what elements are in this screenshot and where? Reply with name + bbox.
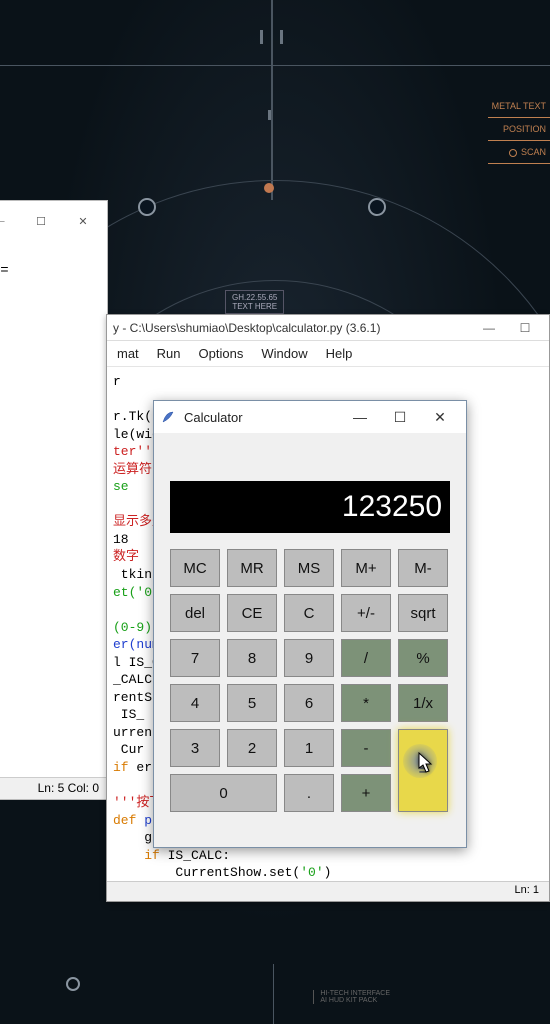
key-inverse[interactable]: 1/x [398, 684, 448, 722]
idle-maximize-button[interactable]: ☐ [507, 321, 543, 335]
key-5[interactable]: 5 [227, 684, 277, 722]
calc-title: Calculator [184, 410, 340, 425]
shell-text: bit (AMD64)] [0, 247, 101, 263]
menu-help[interactable]: Help [326, 346, 353, 361]
key-8[interactable]: 8 [227, 639, 277, 677]
shell-minimize-button[interactable]: — [0, 207, 19, 235]
key-del[interactable]: del [170, 594, 220, 632]
key-ce[interactable]: CE [227, 594, 277, 632]
shell-close-button[interactable]: ✕ [63, 207, 103, 235]
menu-format[interactable]: mat [117, 346, 139, 361]
calculator-window: Calculator — ☐ ✕ 123250 MC MR MS M+ M- d… [153, 400, 467, 848]
key-plusminus[interactable]: +/- [341, 594, 391, 632]
calc-display: 123250 [170, 481, 450, 533]
menu-run[interactable]: Run [157, 346, 181, 361]
key-percent[interactable]: % [398, 639, 448, 677]
key-2[interactable]: 2 [227, 729, 277, 767]
shell-maximize-button[interactable]: ☐ [21, 207, 61, 235]
idle-minimize-button[interactable]: — [471, 321, 507, 335]
calc-keypad: MC MR MS M+ M- del CE C +/- sqrt 7 8 9 /… [154, 541, 466, 828]
key-sqrt[interactable]: sqrt [398, 594, 448, 632]
key-1[interactable]: 1 [284, 729, 334, 767]
tk-feather-icon [160, 409, 176, 425]
calc-close-button[interactable]: ✕ [420, 402, 460, 432]
key-c[interactable]: C [284, 594, 334, 632]
shell-status-bar: Ln: 5 Col: 0 [0, 777, 107, 799]
key-add[interactable]: + [341, 774, 391, 812]
key-mc[interactable]: MC [170, 549, 220, 587]
key-7[interactable]: 7 [170, 639, 220, 677]
key-mplus[interactable]: M+ [341, 549, 391, 587]
shell-titlebar: — ☐ ✕ [0, 201, 107, 241]
hud-bottom-label: HI-TECH INTERFACE AI HUD KIT PACK [313, 990, 390, 1004]
key-6[interactable]: 6 [284, 684, 334, 722]
idle-menubar: mat Run Options Window Help [107, 341, 549, 367]
key-4[interactable]: 4 [170, 684, 220, 722]
key-3[interactable]: 3 [170, 729, 220, 767]
key-mr[interactable]: MR [227, 549, 277, 587]
key-subtract[interactable]: - [341, 729, 391, 767]
python-shell-window: — ☐ ✕ bit (AMD64)] =====================… [0, 200, 108, 800]
hud-right-panel: METAL TEXT POSITION SCAN [488, 95, 550, 164]
key-0[interactable]: 0 [170, 774, 277, 812]
key-decimal[interactable]: . [284, 774, 334, 812]
key-divide[interactable]: / [341, 639, 391, 677]
idle-status-bar: Ln: 1 [107, 881, 549, 901]
menu-window[interactable]: Window [261, 346, 307, 361]
key-mminus[interactable]: M- [398, 549, 448, 587]
calc-maximize-button[interactable]: ☐ [380, 402, 420, 432]
hud-center-label: GH.22.55.65 TEXT HERE [225, 290, 284, 314]
calc-titlebar[interactable]: Calculator — ☐ ✕ [154, 401, 466, 433]
calc-minimize-button[interactable]: — [340, 402, 380, 432]
idle-titlebar[interactable]: y - C:\Users\shumiao\Desktop\calculator.… [107, 315, 549, 341]
shell-divider: ======================== [0, 263, 101, 279]
idle-title: y - C:\Users\shumiao\Desktop\calculator.… [113, 321, 471, 335]
key-9[interactable]: 9 [284, 639, 334, 677]
click-highlight [403, 744, 437, 778]
menu-options[interactable]: Options [199, 346, 244, 361]
key-multiply[interactable]: * [341, 684, 391, 722]
key-ms[interactable]: MS [284, 549, 334, 587]
